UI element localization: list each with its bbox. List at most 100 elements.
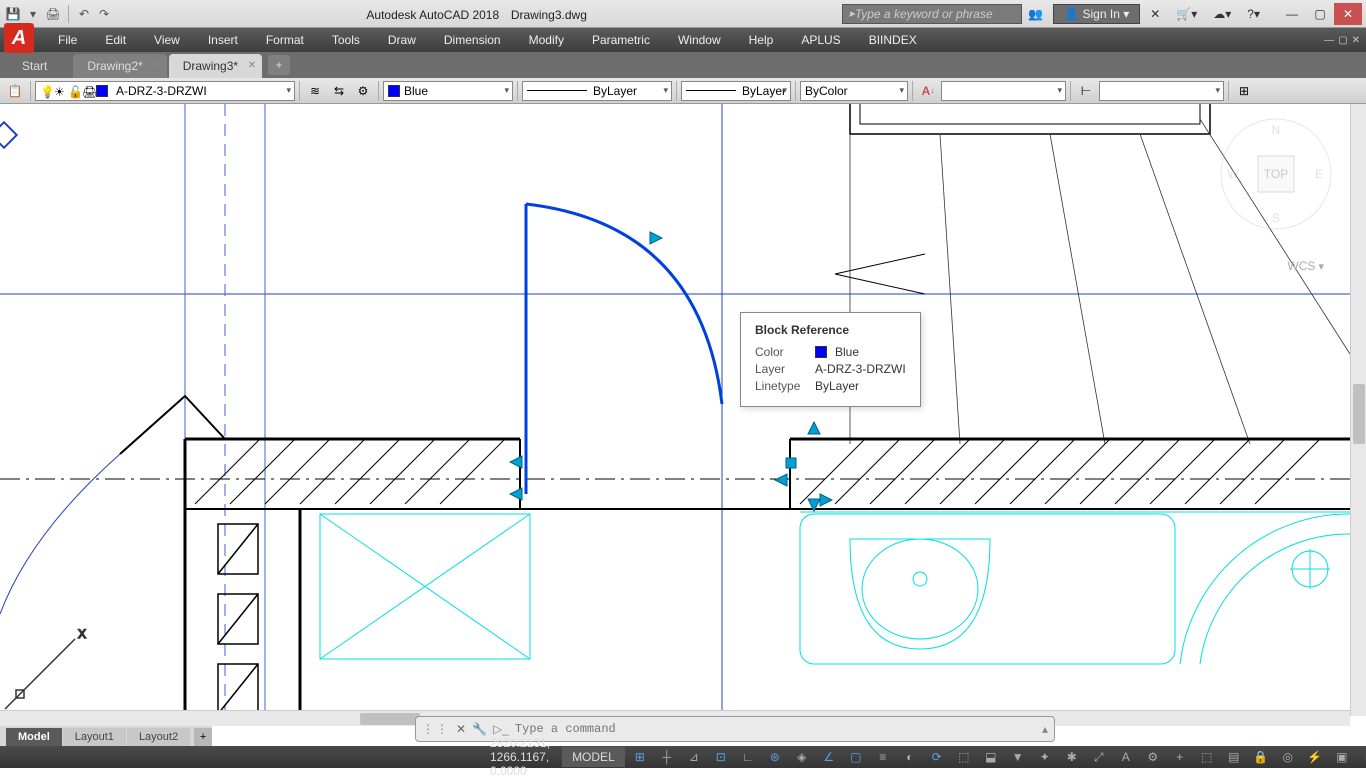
snap-icon[interactable]: ┼ [654,747,680,767]
separator [1070,81,1071,101]
infer-icon[interactable]: ⊿ [681,747,707,767]
polar-icon[interactable]: ⊛ [762,747,788,767]
doc-minimize-icon[interactable]: — [1324,35,1334,46]
annotation-visibility-icon[interactable]: ✱ [1059,747,1085,767]
close-icon[interactable]: ✕ [248,60,256,71]
lock-ui-icon[interactable]: 🔒 [1248,747,1274,767]
wcs-label[interactable]: WCS ▾ [1287,259,1324,273]
dim-style-icon[interactable]: ⊢ [1075,80,1097,102]
command-input[interactable] [515,722,1036,736]
exchange-icon[interactable]: ✕ [1144,5,1166,23]
osnap-track-icon[interactable]: ∠ [816,747,842,767]
autoscale-icon[interactable]: ⤢ [1086,747,1112,767]
table-style-icon[interactable]: ⊞ [1233,80,1255,102]
layer-combo[interactable]: 💡 ☀ 🔓 🖨 A-DRZ-3-DRZWI [35,81,295,101]
annotation-monitor-icon[interactable]: + [1167,747,1193,767]
close-icon[interactable]: ✕ [152,60,160,71]
menu-dimension[interactable]: Dimension [430,29,515,51]
ortho-icon[interactable]: ∟ [735,747,761,767]
isolate-icon[interactable]: ◎ [1275,747,1301,767]
gizmo-icon[interactable]: ✦ [1032,747,1058,767]
app-logo[interactable]: A [4,23,34,53]
layout-tab-layout1[interactable]: Layout1 [63,728,126,746]
add-layout-button[interactable]: + [194,728,212,746]
close-button[interactable]: ✕ [1334,3,1362,25]
separator [795,81,796,101]
menu-draw[interactable]: Draw [374,29,430,51]
menu-tools[interactable]: Tools [318,29,374,51]
open-icon[interactable]: ▾ [26,7,40,21]
units-icon[interactable]: ⬚ [1194,747,1220,767]
layer-manager-icon[interactable]: 📋 [4,80,26,102]
textstyle-combo[interactable] [941,81,1066,101]
doc-close-icon[interactable]: ✕ [1352,35,1360,46]
plot-icon[interactable]: 🖨 [46,7,60,21]
layer-states-icon[interactable]: ⚙ [352,80,374,102]
layout-tab-layout2[interactable]: Layout2 [127,728,190,746]
color-combo[interactable]: Blue [383,81,513,101]
redo-icon[interactable]: ↷ [97,7,111,21]
signin-button[interactable]: 👤 Sign In ▾ [1053,4,1140,24]
history-icon[interactable]: ▴ [1042,722,1048,736]
coordinates[interactable]: 2820.2131, 1266.1167, 0.0000 [480,736,560,778]
menu-insert[interactable]: Insert [194,29,252,51]
osnap-2d-icon[interactable]: ▢ [843,747,869,767]
space-toggle[interactable]: MODEL [562,747,625,767]
clean-screen-icon[interactable]: ▣ [1329,747,1355,767]
tab-drawing2[interactable]: Drawing2*✕ [73,54,166,78]
annotation-scale-icon[interactable]: A [1113,747,1139,767]
menu-format[interactable]: Format [252,29,318,51]
selection-filter-icon[interactable]: ▼ [1005,747,1031,767]
search-input[interactable]: ▸ Type a keyword or phrase [842,4,1022,24]
tab-drawing3[interactable]: Drawing3*✕ [169,54,262,78]
dynamic-input-icon[interactable]: ⊡ [708,747,734,767]
lineweight-icon[interactable]: ≡ [870,747,896,767]
isoplane-icon[interactable]: ◈ [789,747,815,767]
dynamic-ucs-icon[interactable]: ⬓ [978,747,1004,767]
quick-props-icon[interactable]: ▤ [1221,747,1247,767]
dimstyle-combo[interactable] [1099,81,1224,101]
workspace-icon[interactable]: ⚙ [1140,747,1166,767]
close-icon[interactable]: ✕ [456,722,466,736]
menu-edit[interactable]: Edit [91,29,140,51]
menu-file[interactable]: File [44,29,91,51]
lineweight-combo[interactable]: ByLayer [681,81,791,101]
menu-help[interactable]: Help [735,29,788,51]
menu-biindex[interactable]: BIINDEX [855,29,931,51]
save-icon[interactable]: 💾 [6,7,20,21]
layout-tab-model[interactable]: Model [6,728,62,746]
undo-icon[interactable]: ↶ [77,7,91,21]
menu-parametric[interactable]: Parametric [578,29,664,51]
maximize-button[interactable]: ▢ [1306,3,1334,25]
minimize-button[interactable]: — [1278,3,1306,25]
transparency-icon[interactable]: ◐ [897,747,923,767]
hardware-accel-icon[interactable]: ⚡ [1302,747,1328,767]
layer-iso-icon[interactable]: ≋ [304,80,326,102]
selection-cycle-icon[interactable]: ⟳ [924,747,950,767]
new-tab-button[interactable]: + [268,55,290,75]
layer-prev-icon[interactable]: ⇆ [328,80,350,102]
cart-icon[interactable]: 🛒▾ [1170,5,1203,23]
drawing-canvas[interactable]: X Y TOP N E W S WCS ▾ Block Reference Co… [0,104,1366,716]
menu-window[interactable]: Window [664,29,735,51]
cloud-icon[interactable]: ☁▾ [1207,5,1237,23]
scrollbar-thumb[interactable] [360,713,420,725]
viewcube[interactable]: TOP N E W S [1216,114,1336,234]
infocenter-icon[interactable]: 👥 [1022,5,1049,23]
grid-icon[interactable]: ⊞ [627,747,653,767]
scrollbar-thumb[interactable] [1353,384,1365,444]
doc-restore-icon[interactable]: ▢ [1338,35,1347,46]
vertical-scrollbar[interactable] [1350,104,1366,716]
menu-aplus[interactable]: APLUS [787,29,854,51]
3dosnap-icon[interactable]: ⬚ [951,747,977,767]
textstyle-icon[interactable]: A↓ [917,80,939,102]
drag-handle-icon[interactable]: ⋮⋮ [422,722,450,736]
customize-icon[interactable]: 🔧 [472,722,487,736]
menu-modify[interactable]: Modify [515,29,578,51]
linetype-combo[interactable]: ByLayer [522,81,672,101]
customize-icon[interactable]: ≡ [1356,747,1366,767]
tab-start[interactable]: Start [8,54,71,78]
plotstyle-combo[interactable]: ByColor [800,81,908,101]
help-icon[interactable]: ?▾ [1241,5,1266,23]
menu-view[interactable]: View [140,29,194,51]
